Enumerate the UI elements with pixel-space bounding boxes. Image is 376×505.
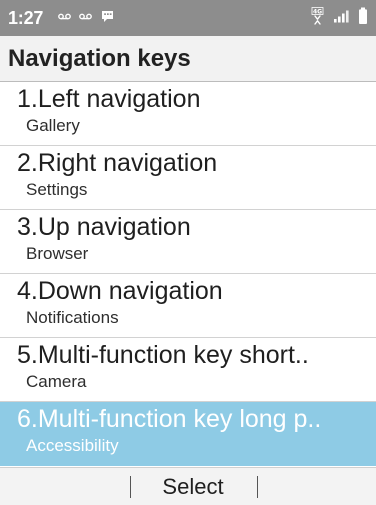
left-softkey[interactable] <box>0 468 128 505</box>
status-left-icons <box>58 9 115 23</box>
network-type-text: 4G <box>313 9 322 16</box>
item-title: 3.Up navigation <box>17 213 191 241</box>
item-subtitle: Settings <box>26 180 88 199</box>
softkey-bar: Select <box>0 467 376 505</box>
status-bar: 1:27 4G <box>0 0 376 36</box>
right-softkey[interactable] <box>259 468 376 505</box>
voicemail-icon <box>58 12 71 21</box>
svg-text:4G: 4G <box>313 9 322 16</box>
list-item-multi-function-short[interactable]: 5.Multi-function key short.. Camera <box>0 338 376 402</box>
item-subtitle: Gallery <box>26 116 80 135</box>
page-title: Navigation keys <box>8 45 191 72</box>
softkey-divider-right <box>257 476 258 498</box>
list-item-left-navigation[interactable]: 1.Left navigation Gallery <box>0 82 376 146</box>
select-softkey[interactable]: Select <box>132 468 254 505</box>
list-item-multi-function-long[interactable]: 6.Multi-function key long p.. Accessibil… <box>0 402 376 466</box>
item-subtitle: Browser <box>26 244 89 263</box>
status-right-icons: 4G <box>311 7 368 25</box>
list-item-up-navigation[interactable]: 3.Up navigation Browser <box>0 210 376 274</box>
item-subtitle: Camera <box>26 372 87 391</box>
voicemail-icon <box>79 12 92 21</box>
message-icon <box>100 9 115 23</box>
list-item-down-navigation[interactable]: 4.Down navigation Notifications <box>0 274 376 338</box>
item-title: 6.Multi-function key long p.. <box>17 405 322 433</box>
item-title: 4.Down navigation <box>17 277 223 305</box>
softkey-divider-left <box>130 476 131 498</box>
list-item-right-navigation[interactable]: 2.Right navigation Settings <box>0 146 376 210</box>
header: Navigation keys <box>0 36 376 82</box>
item-subtitle: Accessibility <box>26 436 119 455</box>
item-title: 2.Right navigation <box>17 149 218 177</box>
network-4g-icon: 4G <box>311 7 324 25</box>
battery-icon <box>358 7 368 25</box>
item-title: 5.Multi-function key short.. <box>17 341 309 369</box>
status-time: 1:27 <box>8 8 44 28</box>
item-subtitle: Notifications <box>26 308 119 327</box>
item-title: 1.Left navigation <box>17 85 201 113</box>
navigation-key-list: 1.Left navigation Gallery 2.Right naviga… <box>0 82 376 466</box>
signal-icon <box>332 8 350 24</box>
